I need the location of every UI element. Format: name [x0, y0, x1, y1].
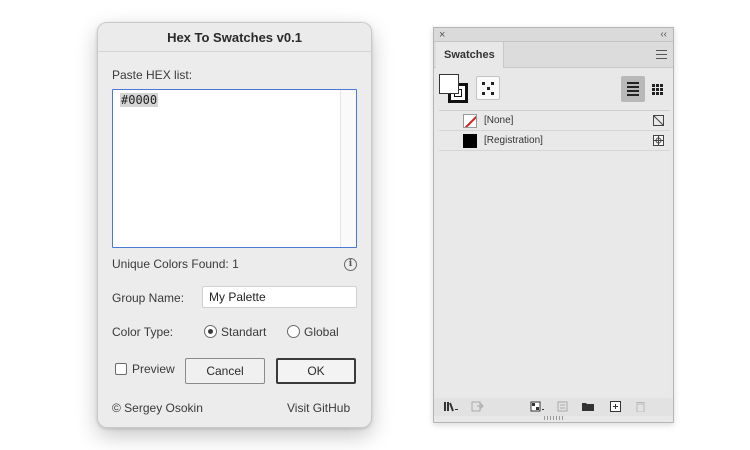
fill-stroke-icon[interactable]	[439, 74, 469, 104]
group-name-label: Group Name:	[112, 291, 185, 305]
swatch-row-registration[interactable]: [Registration]	[439, 131, 670, 151]
no-print-icon	[653, 115, 664, 126]
global-radio[interactable]	[287, 325, 300, 338]
panel-tabbar: Swatches	[434, 42, 673, 68]
visit-github-link[interactable]: Visit GitHub	[287, 401, 350, 415]
panel-topbar: × ‹‹	[434, 28, 673, 42]
swatch-name: [Registration]	[484, 135, 543, 146]
swatch-libraries-icon[interactable]	[443, 401, 459, 412]
preview-checkbox[interactable]	[115, 363, 127, 375]
swatch-name: [None]	[484, 115, 514, 126]
registration-icon	[653, 135, 664, 146]
show-swatch-kinds-icon[interactable]	[530, 401, 545, 412]
cancel-button[interactable]: Cancel	[185, 358, 265, 384]
color-type-label: Color Type:	[112, 325, 174, 339]
swatch-row-none[interactable]: [None]	[439, 111, 670, 131]
new-swatch-icon[interactable]	[610, 401, 621, 412]
panel-bottom-toolbar	[434, 398, 673, 416]
info-icon[interactable]: i	[344, 258, 357, 271]
global-radio-label[interactable]: Global	[304, 325, 339, 339]
place-swatch-icon[interactable]	[471, 401, 484, 412]
list-view-icon[interactable]	[621, 76, 645, 102]
hex-list-scrollbar[interactable]	[340, 90, 356, 247]
new-color-group-icon[interactable]	[581, 401, 595, 412]
dialog-title: Hex To Swatches v0.1	[167, 29, 302, 45]
none-swatch-chip	[463, 114, 477, 128]
tab-swatches[interactable]: Swatches	[436, 42, 504, 68]
hamburger-menu-icon[interactable]	[656, 50, 667, 59]
dialog-titlebar: Hex To Swatches v0.1	[98, 23, 371, 52]
swatch-list: [None] [Registration]	[439, 110, 670, 400]
fill-swatch[interactable]	[439, 74, 459, 94]
panel-collapse-icon[interactable]: ‹‹	[660, 28, 667, 42]
panel-close-icon[interactable]: ×	[439, 28, 445, 42]
registration-swatch-chip	[463, 134, 477, 148]
hex-list-text: #0000	[120, 93, 159, 107]
swatches-panel: × ‹‹ Swatches [None] [Registration]	[433, 27, 674, 423]
standart-radio-label[interactable]: Standart	[221, 325, 266, 339]
group-name-input[interactable]: My Palette	[202, 286, 357, 308]
standart-radio[interactable]	[204, 325, 217, 338]
swatch-options-icon[interactable]	[557, 401, 568, 412]
grid-view-icon[interactable]	[645, 76, 669, 102]
show-swatch-kinds-icon[interactable]	[476, 76, 500, 100]
delete-swatch-icon[interactable]	[635, 401, 646, 412]
panel-resize-grip[interactable]	[544, 416, 564, 420]
unique-colors-text: Unique Colors Found: 1	[112, 257, 239, 271]
paste-hex-label: Paste HEX list:	[112, 68, 193, 82]
hex-to-swatches-dialog: Hex To Swatches v0.1 Paste HEX list: #00…	[97, 22, 372, 428]
preview-label[interactable]: Preview	[132, 362, 175, 376]
copyright-text: © Sergey Osokin	[112, 401, 203, 415]
ok-button[interactable]: OK	[276, 358, 356, 384]
hex-list-textarea[interactable]: #0000	[112, 89, 357, 248]
